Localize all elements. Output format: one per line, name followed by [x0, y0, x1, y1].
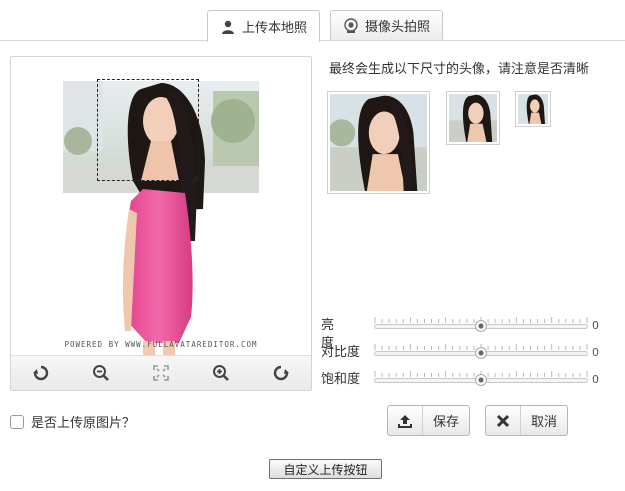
- save-label: 保存: [432, 415, 459, 430]
- tab-label: 摄像头拍照: [364, 20, 430, 35]
- upload-original-option[interactable]: 是否上传原图片？: [10, 412, 135, 431]
- upload-original-checkbox[interactable]: [10, 414, 24, 429]
- cancel-label: 取消: [530, 415, 557, 430]
- zoom-out-icon[interactable]: [91, 363, 111, 383]
- custom-upload-button[interactable]: 自定义上传按钮: [269, 459, 382, 479]
- avatar-thumbnail-medium: [446, 91, 500, 145]
- upload-original-label: 是否上传原图片？: [31, 416, 136, 431]
- fit-icon[interactable]: [151, 363, 171, 383]
- slider-label: 对比度: [321, 345, 361, 360]
- saturation-slider-row: 饱和度 0: [321, 371, 611, 389]
- close-icon: [486, 406, 521, 435]
- preview-toolbar: [11, 355, 311, 390]
- size-hint-text: 最终会生成以下尺寸的头像，请注意是否清晰: [329, 62, 590, 77]
- resize-handle-icon[interactable]: [191, 173, 199, 181]
- rotate-left-icon[interactable]: [31, 363, 51, 383]
- slider-value: 0: [592, 346, 599, 359]
- tab-webcam[interactable]: 摄像头拍照: [330, 10, 443, 40]
- cancel-button[interactable]: 取消: [485, 405, 568, 436]
- rotate-right-icon[interactable]: [271, 363, 291, 383]
- crop-selection-box[interactable]: [97, 79, 199, 181]
- zoom-in-icon[interactable]: [211, 363, 231, 383]
- contrast-thumb[interactable]: [475, 347, 487, 359]
- image-preview-panel: POWERED BY WWW.FULLAVATAREDITOR.COM: [10, 56, 312, 391]
- user-icon: [220, 19, 236, 35]
- saturation-thumb[interactable]: [475, 374, 487, 386]
- brightness-slider-row: 亮 度 0: [321, 317, 611, 351]
- upload-icon: [388, 406, 423, 435]
- slider-label: 饱和度: [321, 372, 361, 387]
- brightness-thumb[interactable]: [475, 320, 487, 332]
- save-button[interactable]: 保存: [387, 405, 470, 436]
- slider-value: 0: [592, 319, 599, 332]
- tab-label: 上传本地照: [241, 21, 307, 36]
- avatar-thumbnail-small: [515, 91, 551, 127]
- avatar-editor: 上传本地照 摄像头拍照 POWERED BY WWW.FULLAVATAREDI…: [0, 0, 625, 491]
- watermark-text: POWERED BY WWW.FULLAVATAREDITOR.COM: [64, 340, 258, 349]
- tab-upload-local[interactable]: 上传本地照: [207, 10, 320, 42]
- slider-value: 0: [592, 373, 599, 386]
- contrast-slider-row: 对比度 0: [321, 344, 611, 362]
- webcam-icon: [343, 17, 359, 34]
- avatar-thumbnail-large: [327, 91, 430, 194]
